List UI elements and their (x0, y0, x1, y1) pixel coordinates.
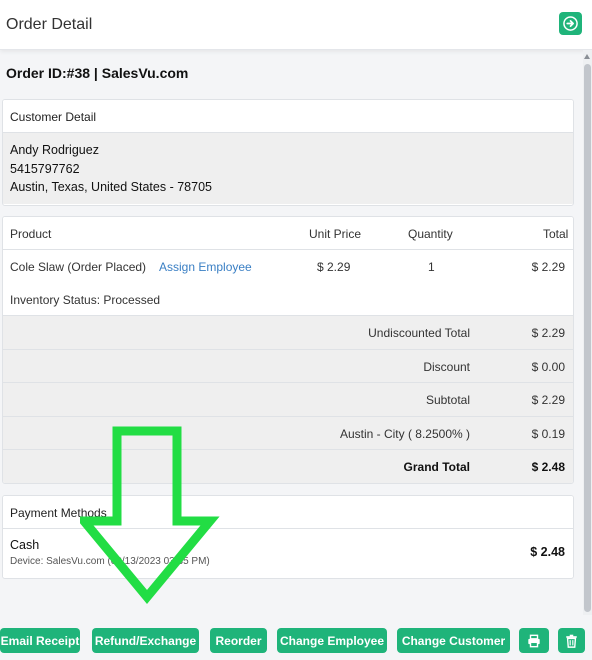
payment-methods-heading: Payment Methods (3, 496, 573, 529)
grand-total-value: $ 2.48 (531, 460, 565, 475)
print-button[interactable] (519, 628, 549, 653)
summary-label: Undiscounted Total (368, 326, 470, 340)
payment-method: Cash (10, 538, 40, 552)
payment-row: Cash Device: SalesVu.com (09/13/2023 03:… (3, 529, 573, 577)
change-customer-button[interactable]: Change Customer (397, 628, 510, 653)
action-bar: Email Receipt Refund/Exchange Reorder Ch… (0, 628, 592, 654)
product-quantity: 1 (428, 260, 435, 274)
column-header-product: Product (10, 227, 52, 241)
scroll-up-icon[interactable] (584, 54, 590, 59)
table-header-row: Product Unit Price Quantity Total (3, 217, 573, 250)
order-items-card: Product Unit Price Quantity Total Cole S… (2, 216, 574, 484)
assign-employee-link[interactable]: Assign Employee (159, 260, 252, 274)
email-receipt-button[interactable]: Email Receipt (0, 628, 80, 653)
product-total: $ 2.29 (531, 260, 565, 274)
customer-info: Andy Rodriguez 5415797762 Austin, Texas,… (3, 133, 573, 204)
arrow-right-icon (563, 16, 578, 31)
reorder-button[interactable]: Reorder (210, 628, 267, 653)
printer-icon (528, 634, 540, 647)
exit-button[interactable] (559, 12, 582, 35)
summary-row-tax: Austin - City ( 8.2500% ) $ 0.19 (3, 416, 573, 451)
refund-exchange-button[interactable]: Refund/Exchange (92, 628, 199, 653)
column-header-quantity: Quantity (408, 227, 453, 241)
summary-value: $ 0.19 (531, 426, 565, 441)
summary-row-undiscounted: Undiscounted Total $ 2.29 (3, 316, 573, 350)
summary-row-subtotal: Subtotal $ 2.29 (3, 383, 573, 417)
customer-phone: 5415797762 (10, 161, 80, 176)
summary-label: Subtotal (425, 393, 470, 408)
summary-row-grand-total: Grand Total $ 2.48 (3, 450, 573, 483)
summary-label: Discount (423, 359, 470, 374)
payment-device: Device: SalesVu.com (09/13/2023 03:35 PM… (10, 556, 210, 567)
delete-button[interactable] (558, 628, 585, 653)
inventory-status: Inventory Status: Processed (10, 293, 161, 307)
header-bar: Order Detail (0, 0, 592, 50)
page-title: Order Detail (6, 16, 93, 33)
summary-value: $ 2.29 (531, 393, 565, 408)
column-header-total: Total (543, 227, 569, 241)
summary-value: $ 0.00 (531, 359, 565, 374)
grand-total-label: Grand Total (403, 460, 470, 475)
column-header-unit-price: Unit Price (309, 227, 362, 241)
product-name: Cole Slaw (Order Placed) (10, 260, 147, 274)
scrollbar-thumb[interactable] (584, 64, 591, 612)
summary-value: $ 2.29 (531, 326, 565, 340)
payment-amount: $ 2.48 (530, 545, 565, 559)
payment-methods-card: Payment Methods Cash Device: SalesVu.com… (2, 495, 574, 579)
customer-name: Andy Rodriguez (10, 143, 99, 157)
trash-icon (566, 634, 577, 648)
summary-row-discount: Discount $ 0.00 (3, 349, 573, 384)
summary-label: Austin - City ( 8.2500% ) (339, 426, 470, 441)
table-row: Cole Slaw (Order Placed) Assign Employee… (3, 250, 573, 316)
product-unit-price: $ 2.29 (317, 260, 351, 274)
customer-detail-card: Customer Detail Andy Rodriguez 541579776… (2, 99, 574, 206)
customer-address: Austin, Texas, United States - 78705 (10, 180, 212, 194)
order-id-label: Order ID:#38 | SalesVu.com (6, 65, 189, 81)
change-employee-button[interactable]: Change Employee (277, 628, 387, 653)
customer-detail-heading: Customer Detail (3, 100, 573, 133)
